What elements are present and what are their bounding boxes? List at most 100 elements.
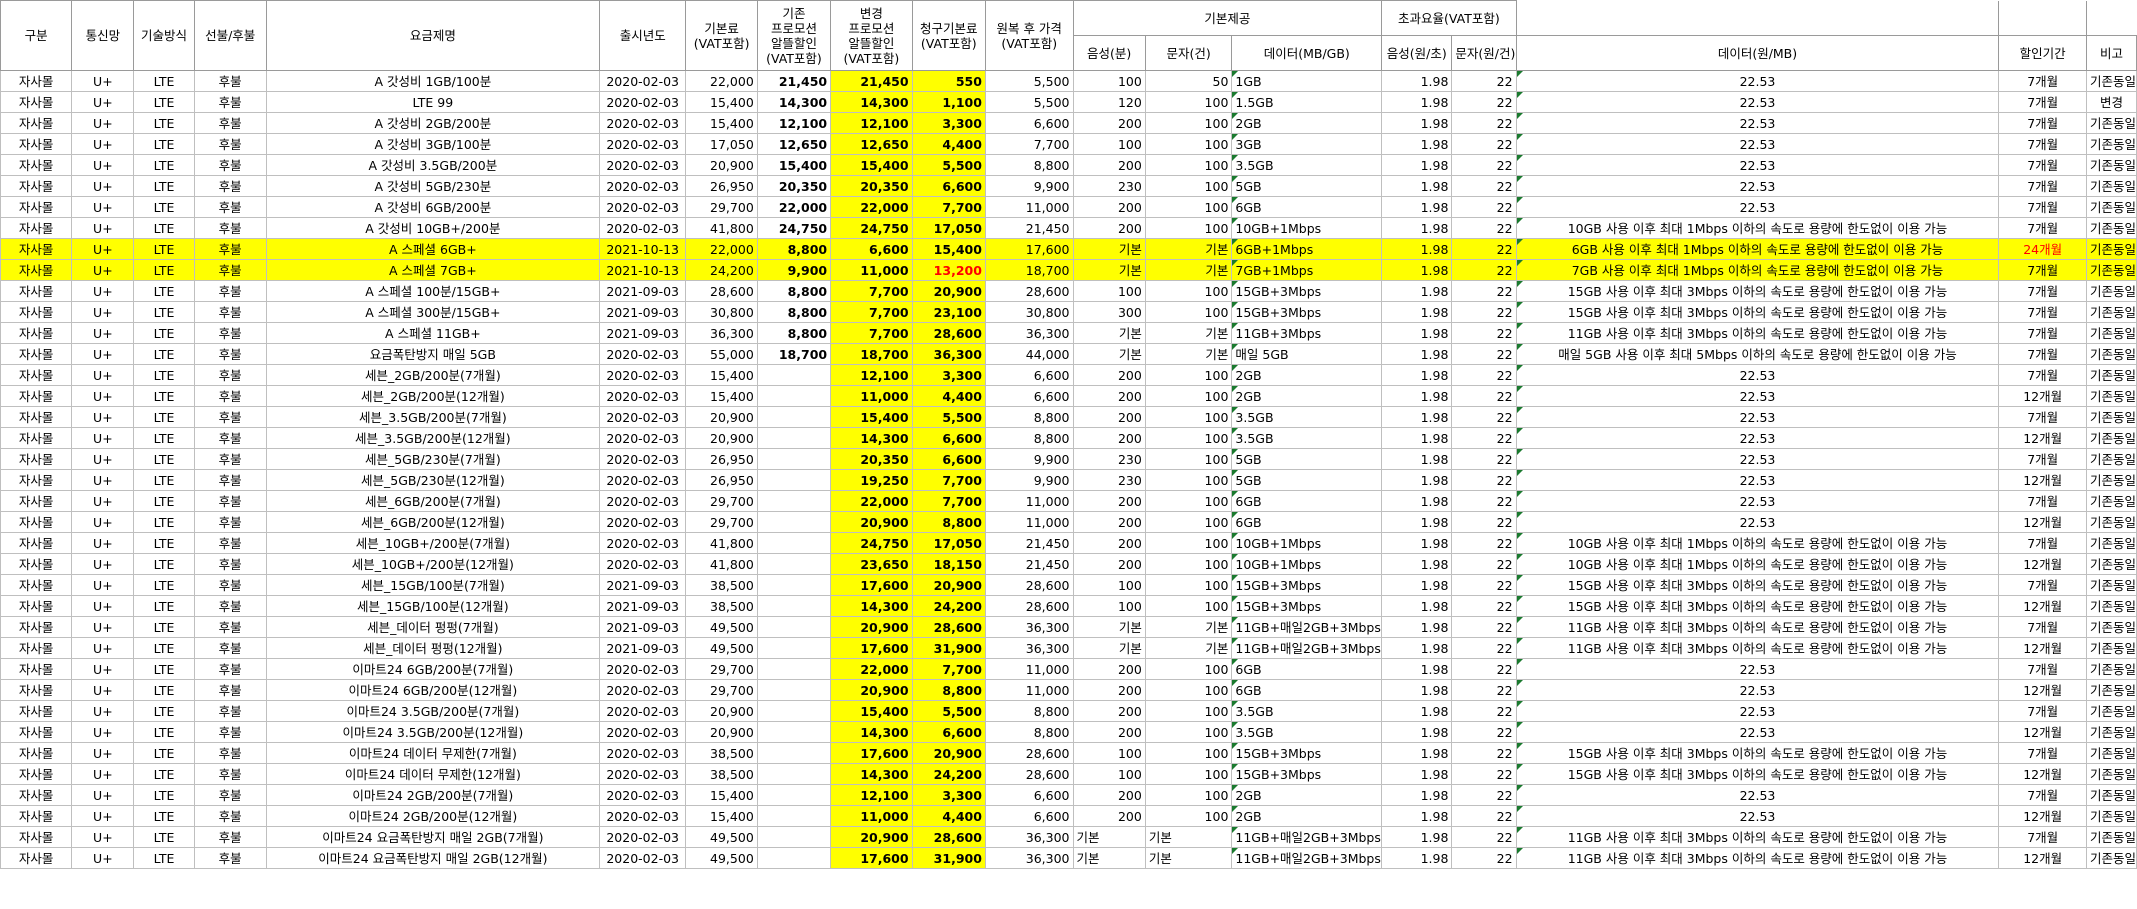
cell-network[interactable]: U+ [71,805,135,827]
cell-new-promo[interactable]: 15,400 [830,154,913,176]
cell-gubun[interactable]: 자사몰 [0,154,73,176]
cell-prev-promo[interactable]: 18,700 [756,343,832,365]
cell-period[interactable]: 7개월 [1998,280,2087,302]
cell-paytype[interactable]: 후불 [193,574,267,596]
cell-sms[interactable]: 100 [1144,721,1233,743]
cell-paytype[interactable]: 후불 [193,742,267,764]
cell-sms-rate[interactable]: 22 [1451,217,1517,239]
cell-sms[interactable]: 기본 [1144,847,1233,869]
cell-voice[interactable]: 230 [1072,469,1146,491]
cell-gubun[interactable]: 자사몰 [0,112,73,134]
cell-voice-rate[interactable]: 1.98 [1381,637,1453,659]
cell-note[interactable]: 기존동일 [2085,742,2137,764]
cell-network[interactable]: U+ [71,469,135,491]
cell-prev-promo[interactable] [756,448,832,470]
cell-basefee[interactable]: 29,700 [685,196,758,218]
cell-new-promo[interactable]: 7,700 [830,280,913,302]
cell-voice-rate[interactable]: 1.98 [1381,700,1453,722]
cell-data-rate[interactable]: 22.53 [1515,658,2000,680]
cell-note[interactable]: 기존동일 [2085,763,2137,785]
cell-data[interactable]: 10GB+1Mbps [1231,553,1383,575]
cell-period[interactable]: 12개월 [1998,511,2087,533]
cell-plan-name[interactable]: 세븐_5GB/230분(12개월) [265,469,600,491]
cell-paytype[interactable]: 후불 [193,427,267,449]
cell-new-promo[interactable]: 22,000 [830,490,913,512]
cell-paytype[interactable]: 후불 [193,448,267,470]
cell-data-rate[interactable]: 11GB 사용 이후 최대 3Mbps 이하의 속도로 용량에 한도없이 이용 … [1515,826,2000,848]
header-sms[interactable]: 문자(건) [1144,35,1233,71]
cell-gubun[interactable]: 자사몰 [0,427,73,449]
cell-voice-rate[interactable]: 1.98 [1381,364,1453,386]
cell-sms[interactable]: 100 [1144,658,1233,680]
table-row[interactable]: 자사몰 U+ LTE 후불 세븐_데이터 펑펑(12개월) 2021-09-03 49,50… [0,637,2137,659]
cell-gubun[interactable]: 자사몰 [0,217,73,239]
cell-data-rate[interactable]: 22.53 [1515,805,2000,827]
cell-tech[interactable]: LTE [133,679,195,701]
cell-plan-name[interactable]: 세븐_2GB/200분(7개월) [265,364,600,386]
cell-data-rate[interactable]: 10GB 사용 이후 최대 1Mbps 이하의 속도로 용량에 한도없이 이용 … [1515,553,2000,575]
cell-paytype[interactable]: 후불 [193,175,267,197]
cell-note[interactable]: 기존동일 [2085,805,2137,827]
cell-new-promo[interactable]: 12,650 [830,133,913,155]
cell-voice-rate[interactable]: 1.98 [1381,301,1453,323]
cell-basefee[interactable]: 49,500 [685,637,758,659]
cell-network[interactable]: U+ [71,133,135,155]
cell-data-rate[interactable]: 15GB 사용 이후 최대 3Mbps 이하의 속도로 용량에 한도없이 이용 … [1515,301,2000,323]
table-row[interactable]: 자사몰 U+ LTE 후불 LTE 99 2020-02-03 15,400 14,300 14… [0,91,2137,113]
cell-tech[interactable]: LTE [133,847,195,869]
table-row[interactable]: 자사몰 U+ LTE 후불 세븐_3.5GB/200분(12개월) 2020-02-03 2… [0,427,2137,449]
cell-data[interactable]: 11GB+매일2GB+3Mbps [1231,826,1383,848]
header-prev-promo[interactable]: 기존 프로모션 알뜰할인 (VAT포함) [756,0,832,71]
cell-period[interactable]: 12개월 [1998,427,2087,449]
table-row[interactable]: 자사몰 U+ LTE 후불 이마트24 2GB/200분(7개월) 2020-02-03 1… [0,784,2137,806]
cell-sms-rate[interactable]: 22 [1451,805,1517,827]
cell-period[interactable]: 7개월 [1998,322,2087,344]
cell-data[interactable]: 5GB [1231,175,1383,197]
cell-tech[interactable]: LTE [133,826,195,848]
cell-note[interactable]: 기존동일 [2085,112,2137,134]
cell-basefee[interactable]: 20,900 [685,427,758,449]
cell-tech[interactable]: LTE [133,217,195,239]
cell-gubun[interactable]: 자사몰 [0,637,73,659]
cell-note[interactable]: 기존동일 [2085,175,2137,197]
cell-data-rate[interactable]: 22.53 [1515,490,2000,512]
cell-sms-rate[interactable]: 22 [1451,637,1517,659]
cell-prev-promo[interactable]: 8,800 [756,301,832,323]
cell-prev-promo[interactable]: 12,100 [756,112,832,134]
cell-restore[interactable]: 8,800 [984,154,1074,176]
cell-plan-name[interactable]: 세븐_5GB/230분(7개월) [265,448,600,470]
cell-network[interactable]: U+ [71,700,135,722]
cell-billed[interactable]: 7,700 [911,490,986,512]
cell-voice-rate[interactable]: 1.98 [1381,280,1453,302]
header-new-promo[interactable]: 변경 프로모션 알뜰할인 (VAT포함) [830,0,913,71]
cell-note[interactable]: 기존동일 [2085,196,2137,218]
cell-billed[interactable]: 5,500 [911,154,986,176]
cell-restore[interactable]: 5,500 [984,70,1074,92]
cell-gubun[interactable]: 자사몰 [0,532,73,554]
cell-note[interactable]: 기존동일 [2085,616,2137,638]
cell-data[interactable]: 15GB+3Mbps [1231,742,1383,764]
cell-year[interactable]: 2020-02-03 [598,490,687,512]
cell-paytype[interactable]: 후불 [193,259,267,281]
cell-restore[interactable]: 44,000 [984,343,1074,365]
cell-prev-promo[interactable] [756,721,832,743]
cell-voice[interactable]: 200 [1072,658,1146,680]
table-row[interactable]: 자사몰 U+ LTE 후불 세븐_데이터 펑펑(7개월) 2021-09-03 49,500… [0,616,2137,638]
cell-network[interactable]: U+ [71,721,135,743]
cell-period[interactable]: 7개월 [1998,133,2087,155]
cell-sms-rate[interactable]: 22 [1451,616,1517,638]
cell-period[interactable]: 7개월 [1998,784,2087,806]
cell-restore[interactable]: 18,700 [984,259,1074,281]
cell-data[interactable]: 6GB+1Mbps [1231,238,1383,260]
cell-basefee[interactable]: 17,050 [685,133,758,155]
cell-paytype[interactable]: 후불 [193,616,267,638]
cell-new-promo[interactable]: 14,300 [830,763,913,785]
cell-sms[interactable]: 100 [1144,91,1233,113]
cell-data-rate[interactable]: 22.53 [1515,133,2000,155]
cell-sms-rate[interactable]: 22 [1451,154,1517,176]
cell-plan-name[interactable]: 세븐_6GB/200분(7개월) [265,490,600,512]
cell-voice[interactable]: 230 [1072,448,1146,470]
cell-voice-rate[interactable]: 1.98 [1381,217,1453,239]
cell-network[interactable]: U+ [71,553,135,575]
cell-restore[interactable]: 36,300 [984,847,1074,869]
